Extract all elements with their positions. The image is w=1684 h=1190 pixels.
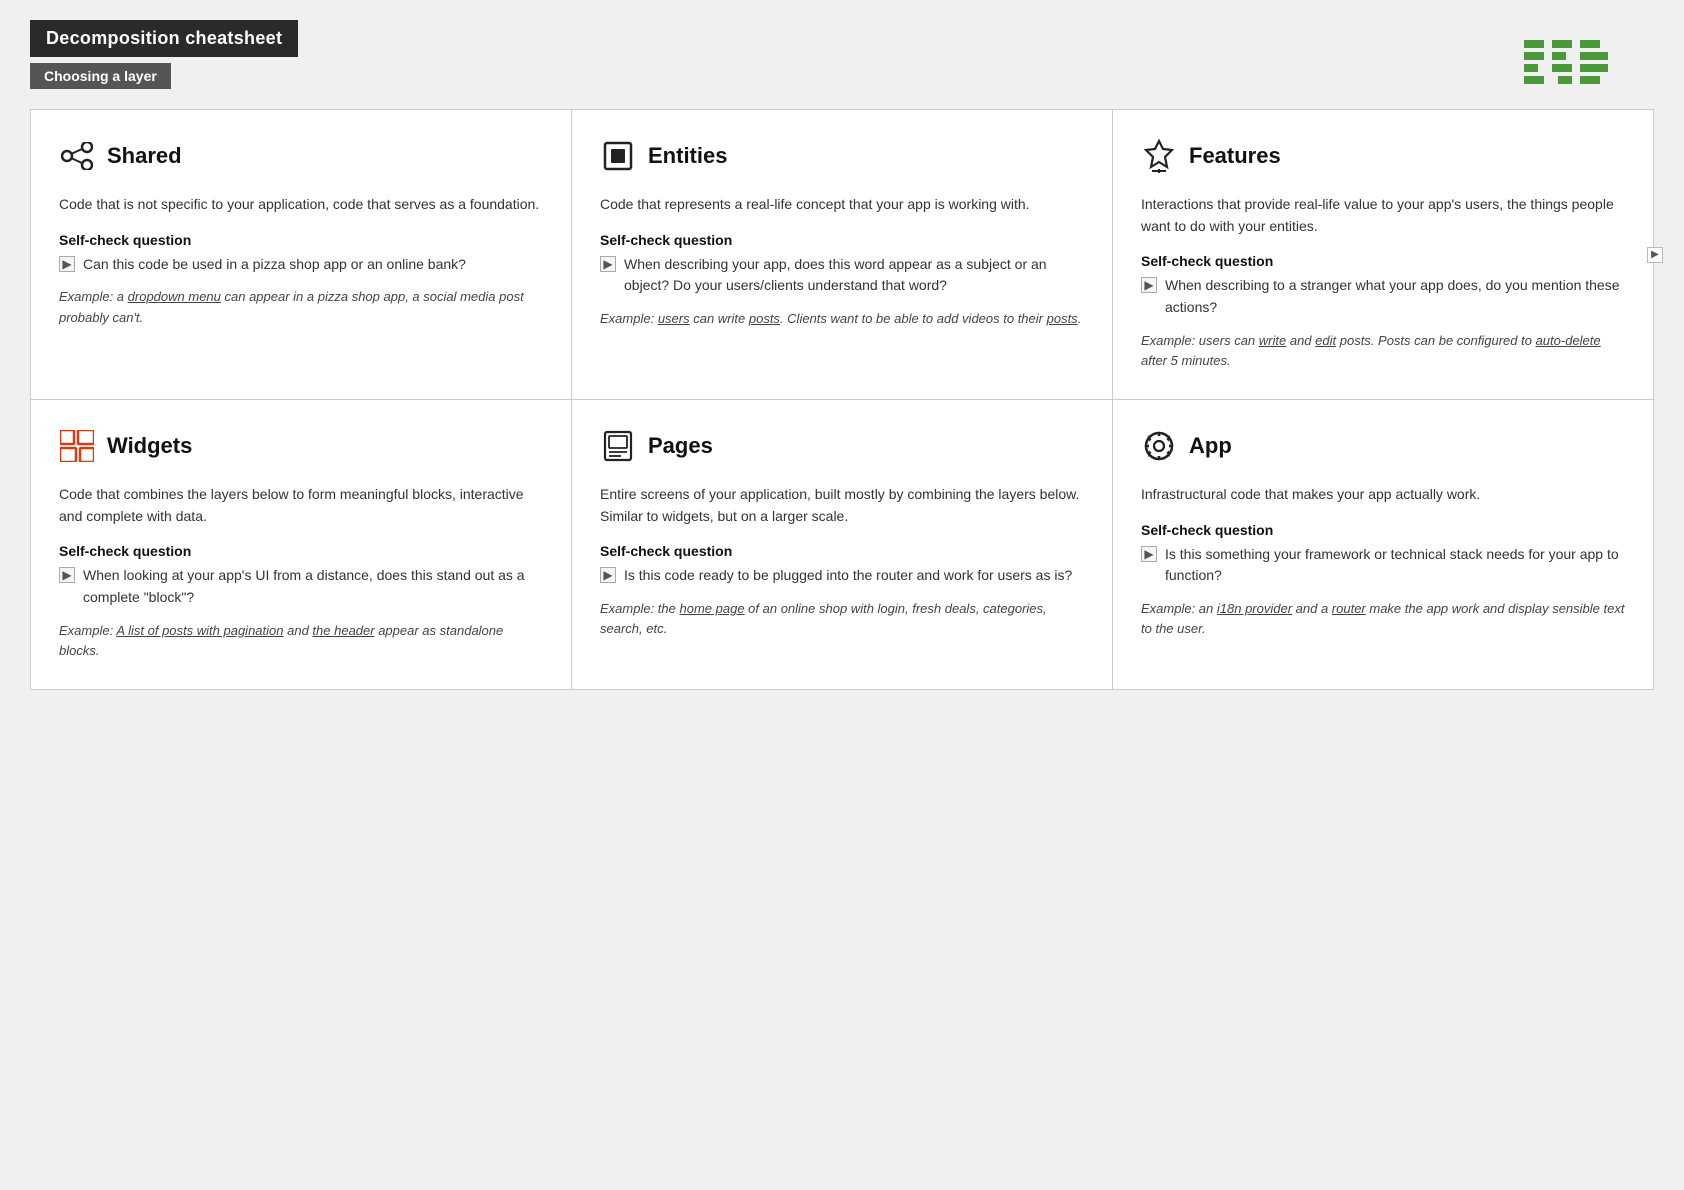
card-entities: Entities Code that represents a real-lif… (572, 110, 1112, 399)
card-shared-title: Shared (107, 143, 182, 169)
card-widgets-question: When looking at your app's UI from a dis… (83, 565, 543, 608)
card-shared-header: Shared (59, 138, 543, 174)
card-app: App Infrastructural code that makes your… (1113, 400, 1653, 689)
card-entities-example: Example: users can write posts. Clients … (600, 309, 1084, 329)
card-grid: Shared Code that is not specific to your… (30, 109, 1654, 690)
card-entities-check: ▶ When describing your app, does this wo… (600, 254, 1084, 297)
card-app-example: Example: an i18n provider and a router m… (1141, 599, 1625, 639)
pages-bullet: ▶ (600, 567, 616, 583)
card-pages-check-label: Self-check question (600, 543, 1084, 559)
logo-svg (1524, 40, 1614, 100)
card-entities-question: When describing your app, does this word… (624, 254, 1084, 297)
fsd-logo (1524, 40, 1614, 105)
widgets-icon (59, 428, 95, 464)
card-shared: Shared Code that is not specific to your… (31, 110, 571, 399)
card-pages-title: Pages (648, 433, 713, 459)
app-icon (1141, 428, 1177, 464)
card-shared-check: ▶ Can this code be used in a pizza shop … (59, 254, 543, 276)
card-pages-check: ▶ Is this code ready to be plugged into … (600, 565, 1084, 587)
card-entities-desc: Code that represents a real-life concept… (600, 194, 1084, 216)
card-pages-example: Example: the home page of an online shop… (600, 599, 1084, 639)
shared-icon (59, 138, 95, 174)
widgets-bullet: ▶ (59, 567, 75, 583)
header-section: Decomposition cheatsheet Choosing a laye… (30, 20, 1654, 89)
card-widgets-check-label: Self-check question (59, 543, 543, 559)
card-features-desc: Interactions that provide real-life valu… (1141, 194, 1625, 237)
main-title: Decomposition cheatsheet (30, 20, 298, 57)
card-widgets-title: Widgets (107, 433, 192, 459)
card-widgets-example: Example: A list of posts with pagination… (59, 621, 543, 661)
entities-icon (600, 138, 636, 174)
features-right-arrow: ▶ (1647, 247, 1663, 263)
card-pages: Pages Entire screens of your application… (572, 400, 1112, 689)
card-shared-check-label: Self-check question (59, 232, 543, 248)
features-icon (1141, 138, 1177, 174)
card-widgets-check: ▶ When looking at your app's UI from a d… (59, 565, 543, 608)
card-features: Features Interactions that provide real-… (1113, 110, 1653, 399)
card-pages-desc: Entire screens of your application, buil… (600, 484, 1084, 527)
card-widgets-header: Widgets (59, 428, 543, 464)
subtitle-bar: Choosing a layer (30, 63, 171, 89)
card-entities-header: Entities (600, 138, 1084, 174)
card-shared-desc: Code that is not specific to your applic… (59, 194, 543, 216)
card-shared-example: Example: a dropdown menu can appear in a… (59, 287, 543, 327)
card-shared-question: Can this code be used in a pizza shop ap… (83, 254, 466, 276)
card-features-check-label: Self-check question (1141, 253, 1625, 269)
features-bullet: ▶ (1141, 277, 1157, 293)
card-app-title: App (1189, 433, 1232, 459)
card-widgets: Widgets Code that combines the layers be… (31, 400, 571, 689)
card-features-title: Features (1189, 143, 1281, 169)
card-entities-check-label: Self-check question (600, 232, 1084, 248)
app-bullet: ▶ (1141, 546, 1157, 562)
card-app-check-label: Self-check question (1141, 522, 1625, 538)
card-app-desc: Infrastructural code that makes your app… (1141, 484, 1625, 506)
card-entities-title: Entities (648, 143, 727, 169)
card-pages-header: Pages (600, 428, 1084, 464)
card-app-question: Is this something your framework or tech… (1165, 544, 1625, 587)
card-features-example: Example: users can write and edit posts.… (1141, 331, 1625, 371)
card-widgets-desc: Code that combines the layers below to f… (59, 484, 543, 527)
entities-bullet: ▶ (600, 256, 616, 272)
card-app-check: ▶ Is this something your framework or te… (1141, 544, 1625, 587)
card-features-check: ▶ When describing to a stranger what you… (1141, 275, 1625, 318)
page-header: Decomposition cheatsheet Choosing a laye… (30, 20, 1654, 89)
pages-icon (600, 428, 636, 464)
card-features-header: Features (1141, 138, 1625, 174)
card-app-header: App (1141, 428, 1625, 464)
card-features-question: When describing to a stranger what your … (1165, 275, 1625, 318)
card-pages-question: Is this code ready to be plugged into th… (624, 565, 1072, 587)
shared-bullet: ▶ (59, 256, 75, 272)
